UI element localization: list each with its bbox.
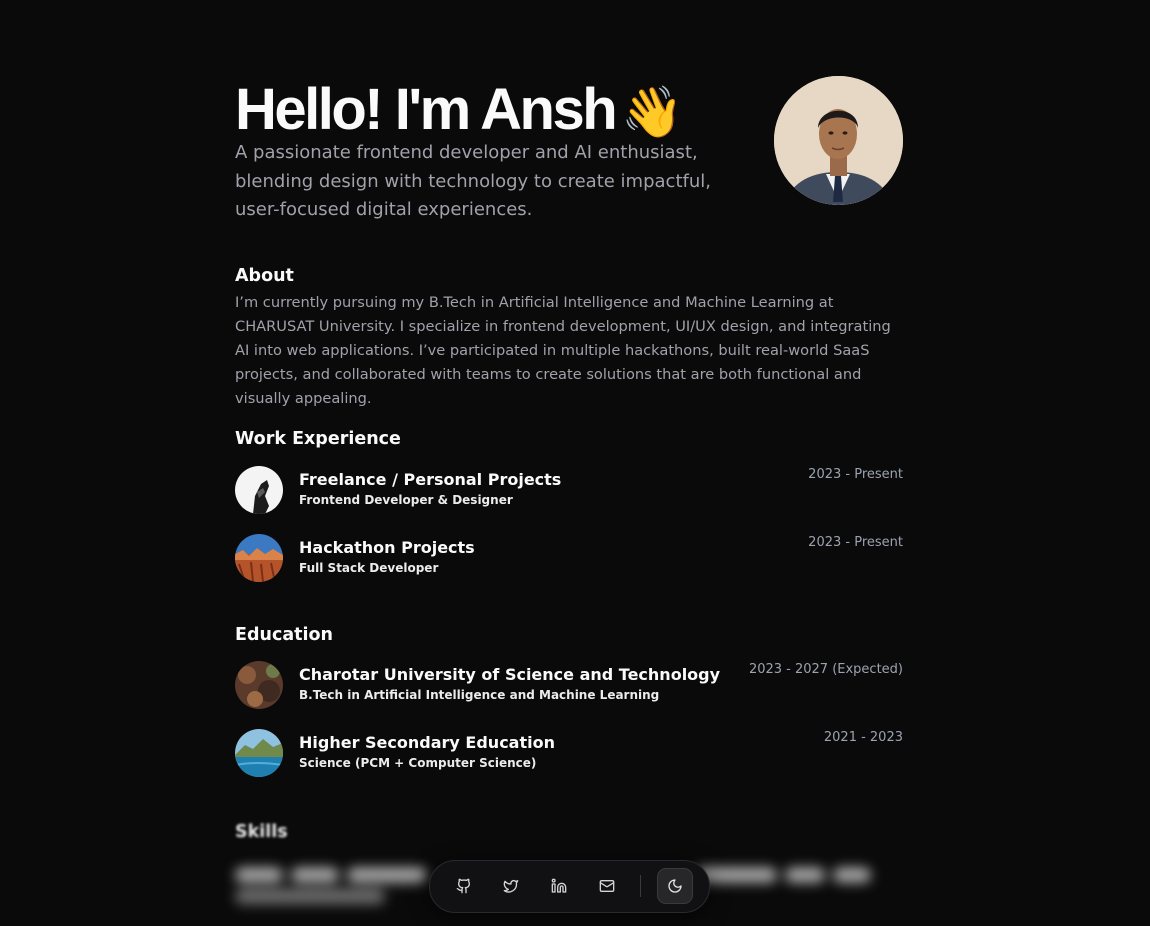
work-heading: Work Experience — [235, 429, 401, 449]
work-item-role: Full Stack Developer — [299, 561, 439, 575]
hackathon-logo — [235, 534, 283, 582]
education-item-date: 2023 - 2027 (Expected) — [748, 662, 903, 677]
linkedin-icon[interactable] — [546, 873, 572, 899]
waving-hand-emoji: 👋 — [621, 84, 684, 140]
theme-toggle-button[interactable] — [657, 868, 693, 904]
dock-separator — [640, 875, 641, 897]
education-item-degree: B.Tech in Artificial Intelligence and Ma… — [299, 688, 660, 702]
social-dock — [429, 860, 710, 913]
profile-avatar — [774, 76, 903, 205]
hero-title-text: Hello! I'm Ansh — [235, 77, 618, 142]
work-item-date: 2023 - Present — [808, 467, 903, 482]
charusat-logo — [235, 661, 283, 709]
work-item-hackathon[interactable]: Hackathon Projects Full Stack Developer … — [235, 534, 903, 584]
freelance-logo — [235, 466, 283, 514]
work-item-name: Freelance / Personal Projects — [299, 470, 562, 489]
work-item-date: 2023 - Present — [808, 535, 903, 550]
education-heading: Education — [235, 625, 333, 645]
education-item-name: Higher Secondary Education — [299, 733, 555, 752]
education-item-name: Charotar University of Science and Techn… — [299, 665, 721, 684]
moon-icon — [668, 879, 682, 893]
education-item-higher-secondary[interactable]: Higher Secondary Education Science (PCM … — [235, 729, 903, 779]
education-item-date: 2021 - 2023 — [823, 730, 903, 745]
work-item-name: Hackathon Projects — [299, 538, 475, 557]
about-heading: About — [235, 266, 294, 286]
twitter-icon[interactable] — [498, 873, 524, 899]
skills-heading: Skills — [235, 822, 288, 842]
work-item-freelance[interactable]: Freelance / Personal Projects Frontend D… — [235, 466, 903, 516]
github-icon[interactable] — [451, 873, 477, 899]
about-text: I’m currently pursuing my B.Tech in Arti… — [235, 294, 891, 407]
higher-secondary-logo — [235, 729, 283, 777]
work-item-role: Frontend Developer & Designer — [299, 493, 513, 507]
hero-title: Hello! I'm Ansh 👋 — [235, 78, 683, 144]
education-item-charusat[interactable]: Charotar University of Science and Techn… — [235, 661, 903, 711]
hero-subtitle: A passionate frontend developer and AI e… — [235, 142, 711, 220]
education-item-degree: Science (PCM + Computer Science) — [299, 756, 537, 770]
mail-icon[interactable] — [594, 873, 620, 899]
